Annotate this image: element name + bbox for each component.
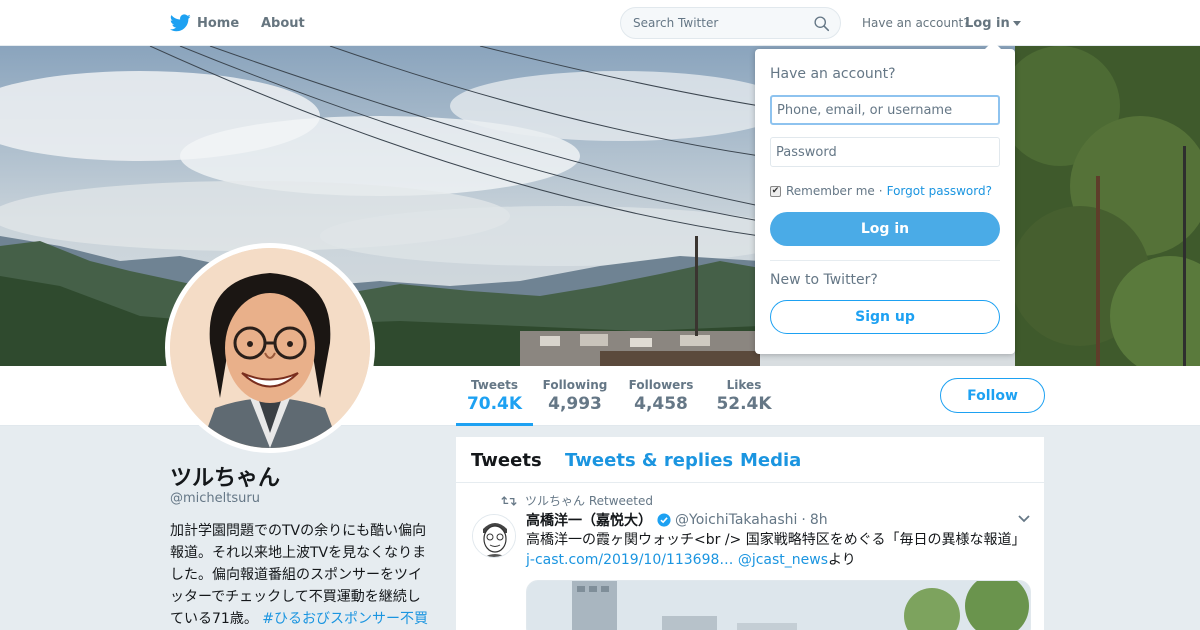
retweet-context: ツルちゃん Retweeted <box>501 492 653 509</box>
stat-likes[interactable]: Likes 52.4K <box>712 366 776 426</box>
tab-media[interactable]: Media <box>740 450 801 471</box>
tweet-author-username[interactable]: @YoichiTakahashi <box>675 512 797 528</box>
forgot-password-link[interactable]: Forgot password? <box>887 184 992 198</box>
stat-likes-label: Likes <box>726 378 762 392</box>
retweet-icon <box>501 495 517 506</box>
stat-followers-value: 4,458 <box>634 394 688 414</box>
login-button[interactable]: Log in <box>770 212 1000 246</box>
profile-name: ツルちゃん <box>170 466 281 491</box>
stat-tweets[interactable]: Tweets 70.4K <box>456 366 533 426</box>
login-dropdown-title: Have an account? <box>770 66 896 82</box>
twitter-bird-icon <box>170 14 191 32</box>
timeline-tabs: Tweets Tweets & replies Media <box>456 437 1044 483</box>
signup-button[interactable]: Sign up <box>770 300 1000 334</box>
avatar[interactable] <box>165 243 375 453</box>
stat-tweets-value: 70.4K <box>466 394 523 414</box>
have-account-label: Have an account? <box>862 16 970 30</box>
tweet-timestamp[interactable]: 8h <box>810 512 828 528</box>
stat-following-value: 4,993 <box>548 394 602 414</box>
profile-bio: 加計学園問題でのTVの余りにも酷い偏向報道。それ以来地上波TVを見なくなりました… <box>170 520 432 630</box>
verified-badge-icon <box>657 513 671 527</box>
tweet-media-card[interactable] <box>526 580 1031 630</box>
remember-me-checkbox[interactable]: ✔ <box>770 185 781 197</box>
stat-following[interactable]: Following 4,993 <box>540 366 610 426</box>
tweet-author-name[interactable]: 高橋洋一（嘉悦大） <box>526 510 652 530</box>
profile-handle[interactable]: @micheltsuru <box>170 491 260 506</box>
follow-button[interactable]: Follow <box>940 378 1045 413</box>
tweet-link-mention[interactable]: @jcast_news <box>738 552 828 568</box>
tweet-header: 高橋洋一（嘉悦大） @YoichiTakahashi · 8h <box>526 510 828 530</box>
top-nav: Home About Search Twitter Have an accoun… <box>0 0 1200 46</box>
tweet-author-avatar[interactable] <box>472 514 516 558</box>
timeline: Tweets Tweets & replies Media ツルちゃん Retw… <box>456 437 1044 630</box>
dropdown-arrow <box>985 41 1001 49</box>
tweet-text: 高橋洋一の霞ヶ関ウォッチ<br /> 国家戦略特区をめぐる「毎日の異様な報道」 … <box>526 530 1031 570</box>
stat-followers-label: Followers <box>628 378 694 392</box>
tab-tweets[interactable]: Tweets <box>471 450 542 471</box>
stat-following-label: Following <box>542 378 608 392</box>
stat-followers[interactable]: Followers 4,458 <box>627 366 695 426</box>
stat-tweets-label: Tweets <box>470 378 519 392</box>
nav-home-label: Home <box>197 15 240 31</box>
username-field[interactable] <box>770 95 1000 125</box>
nav-home-link[interactable]: Home <box>170 0 239 46</box>
login-link-label: Log in <box>965 15 1010 31</box>
tweet-text-body: 高橋洋一の霞ヶ関ウォッチ<br /> 国家戦略特区をめぐる「毎日の異様な報道」 <box>526 532 1026 548</box>
chevron-down-icon[interactable] <box>1018 515 1030 523</box>
dropdown-divider <box>770 260 1000 261</box>
new-to-twitter-label: New to Twitter? <box>770 272 878 288</box>
tweet-text-suffix: より <box>828 552 856 568</box>
tweet-time-separator: · <box>801 512 806 528</box>
nav-about-link[interactable]: About <box>261 0 305 46</box>
tweet-link-url[interactable]: j-cast.com/2019/10/113698… <box>526 552 733 568</box>
password-field[interactable] <box>770 137 1000 167</box>
caret-down-icon <box>1012 20 1021 26</box>
search-box[interactable]: Search Twitter <box>620 7 841 39</box>
retweet-context-text[interactable]: ツルちゃん Retweeted <box>525 492 653 509</box>
tab-tweets-and-replies[interactable]: Tweets & replies <box>565 450 733 471</box>
login-dropdown: Have an account? ✔ Remember me · Forgot … <box>755 41 1015 354</box>
login-dropdown-toggle[interactable]: Log in <box>965 0 1021 46</box>
remember-row: ✔ Remember me · Forgot password? <box>770 184 992 198</box>
search-placeholder: Search Twitter <box>633 16 719 30</box>
stat-likes-value: 52.4K <box>716 394 772 414</box>
remember-me-label[interactable]: Remember me <box>786 184 875 198</box>
remember-separator: · <box>878 184 883 198</box>
search-icon[interactable] <box>813 15 830 32</box>
